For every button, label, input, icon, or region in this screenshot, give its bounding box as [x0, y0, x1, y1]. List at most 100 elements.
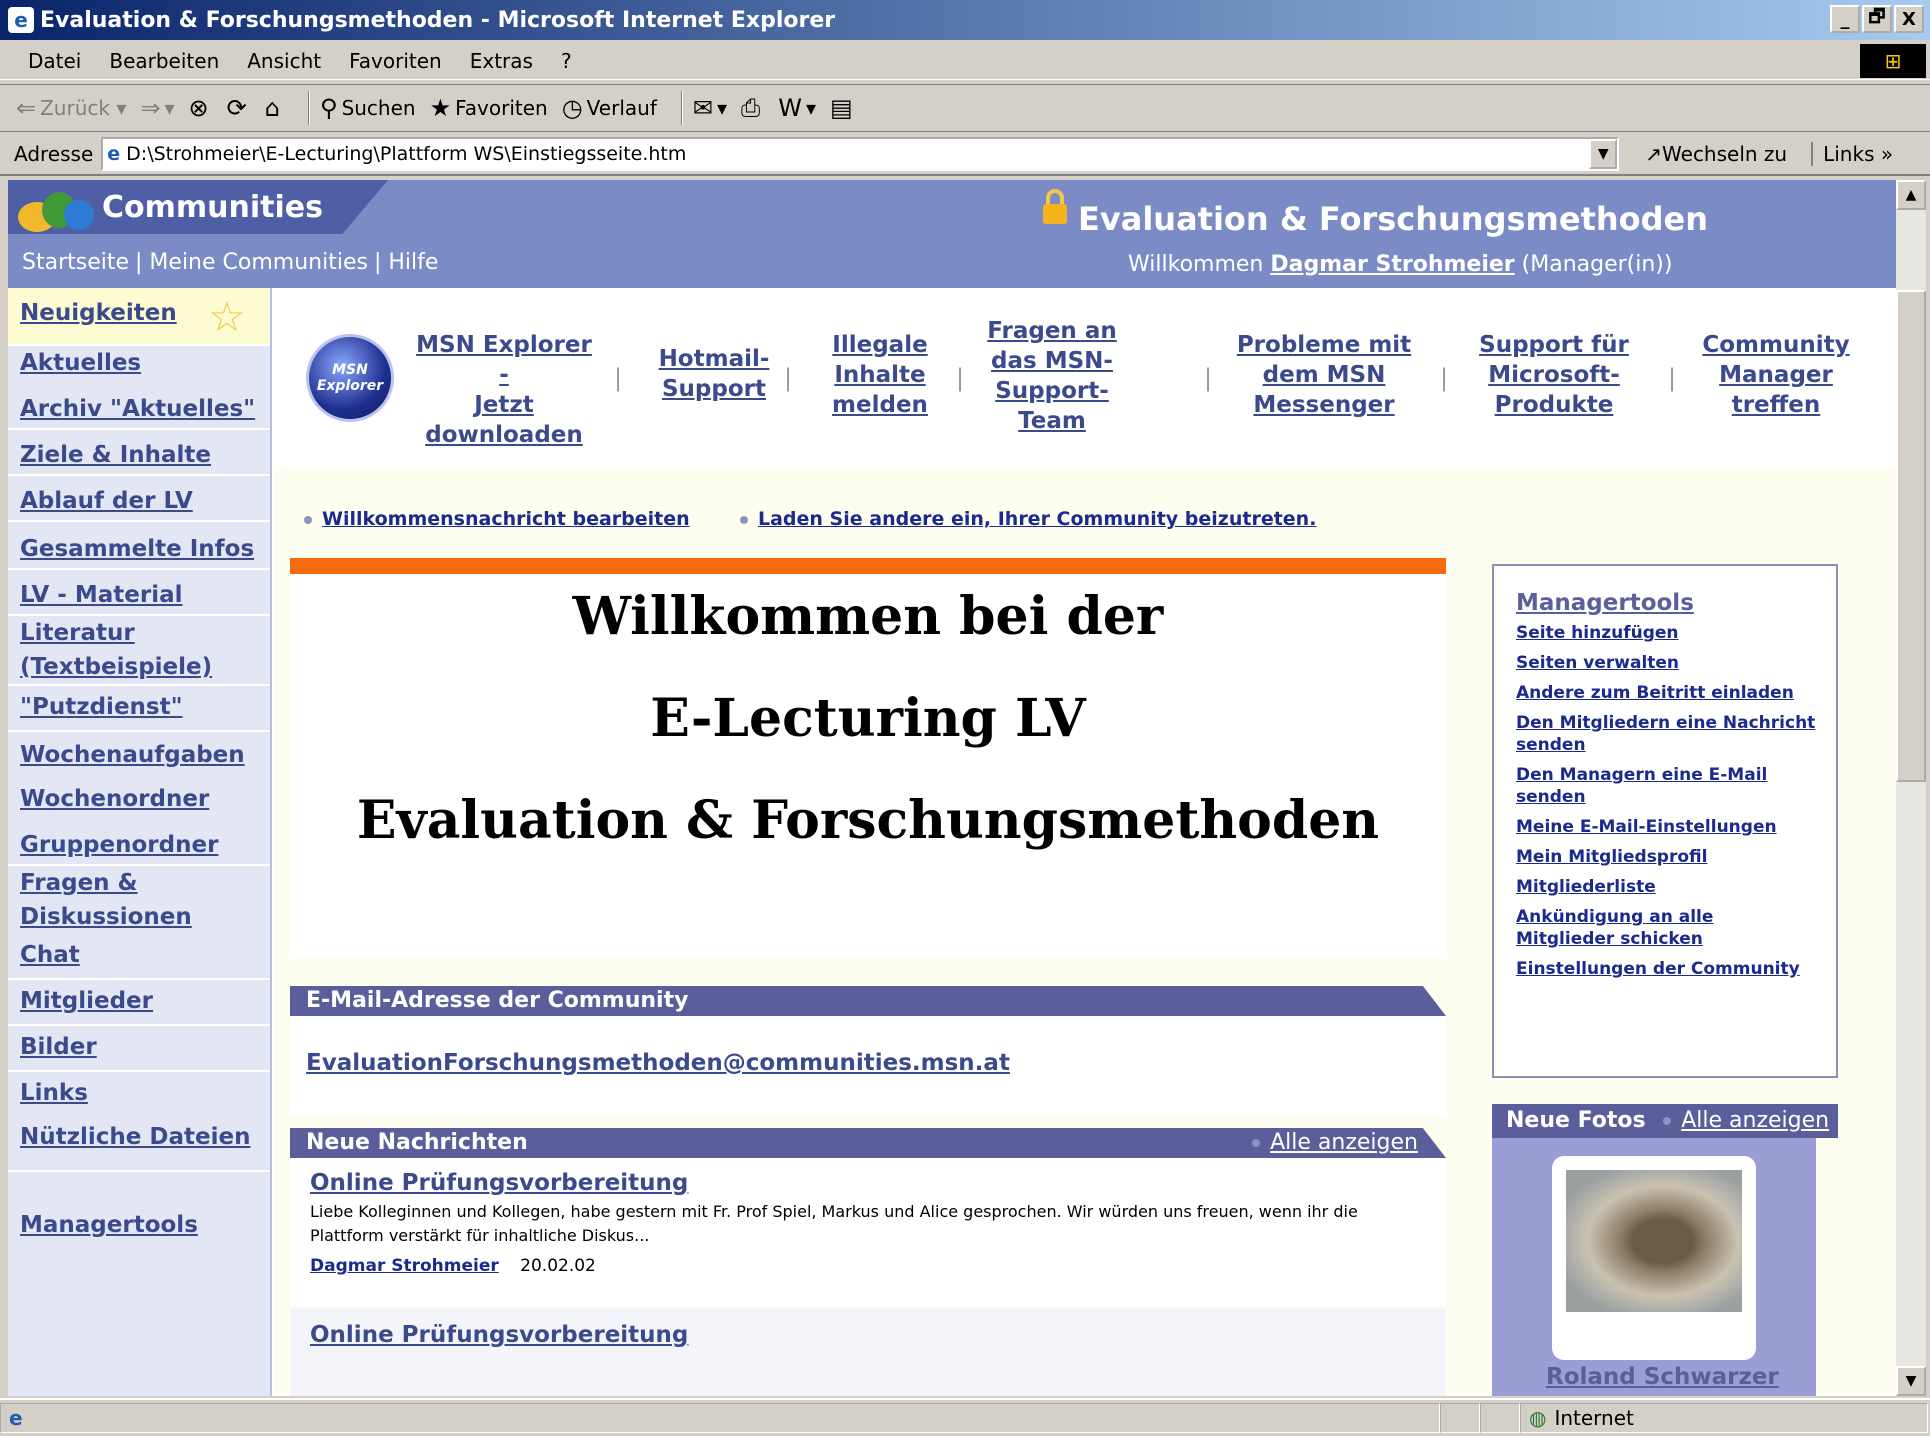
mgr-link-community-settings[interactable]: Einstellungen der Community [1516, 958, 1816, 980]
sidebar-item-mitglieder[interactable]: Mitglieder [20, 984, 153, 1018]
home-button[interactable]: ⌂ [265, 94, 284, 122]
member-photo[interactable] [1566, 1170, 1742, 1312]
community-email-link[interactable]: EvaluationForschungsmethoden@communities… [306, 1050, 1010, 1076]
page-viewport: Communities Startseite | Meine Communitie… [8, 180, 1896, 1396]
scroll-thumb[interactable] [1896, 290, 1926, 782]
forward-button[interactable]: ⇒ ▾ [140, 94, 174, 122]
sidebar-item-neuigkeiten[interactable]: Neuigkeiten [20, 296, 177, 330]
welcome-line: Willkommen Dagmar Strohmeier (Manager(in… [1128, 252, 1673, 277]
refresh-button[interactable]: ⟳ [227, 94, 251, 122]
back-button[interactable]: ⇐ Zurück ▾ [16, 94, 126, 122]
sidebar-item-bilder[interactable]: Bilder [20, 1030, 97, 1064]
messages-show-all-link[interactable]: Alle anzeigen [1252, 1128, 1418, 1158]
menu-datei[interactable]: Datei [28, 49, 81, 73]
favorites-icon: ★ [429, 94, 452, 122]
sidebar-item-putzdienst[interactable]: "Putzdienst" [20, 690, 183, 724]
nav-meine-communities[interactable]: Meine Communities [149, 250, 368, 275]
communities-brand[interactable]: Communities [8, 180, 388, 234]
address-url[interactable]: D:\Strohmeier\E-Lecturing\Plattform WS\E… [126, 143, 686, 165]
nav-startseite[interactable]: Startseite [22, 250, 129, 275]
message-title-link[interactable]: Online Prüfungsvorbereitung [310, 1170, 688, 1196]
sidebar-separator [8, 1170, 270, 1172]
mgr-link-profile[interactable]: Mein Mitgliedsprofil [1516, 846, 1816, 868]
sidebar-item-ablauf[interactable]: Ablauf der LV [20, 484, 193, 518]
mgr-link-manage-pages[interactable]: Seiten verwalten [1516, 652, 1816, 674]
message-title-link[interactable]: Online Prüfungsvorbereitung [310, 1322, 688, 1348]
minimize-button[interactable]: _ [1830, 5, 1860, 33]
discuss-button[interactable]: ▤ [830, 94, 857, 122]
scroll-up-button[interactable]: ▲ [1896, 180, 1926, 210]
sidebar-item-gruppenordner[interactable]: Gruppenordner [20, 828, 218, 862]
community-header: Communities Startseite | Meine Communitie… [8, 180, 1896, 288]
sidebar-item-infos[interactable]: Gesammelte Infos [20, 532, 254, 566]
stop-button[interactable]: ⊗ [189, 94, 213, 122]
msn-link-hotmail[interactable]: Hotmail- Support [654, 344, 774, 404]
sidebar-item-archiv[interactable]: Archiv "Aktuelles" [20, 392, 255, 426]
mail-button[interactable]: ✉ ▾ [693, 94, 727, 122]
header-nav: Startseite | Meine Communities | Hilfe [22, 250, 439, 275]
edit-welcome-link[interactable]: Willkommensnachricht bearbeiten [304, 508, 690, 530]
close-button[interactable]: X [1894, 5, 1924, 33]
msn-link-fragen[interactable]: Fragen an das MSN- Support- Team [982, 316, 1122, 436]
mgr-link-email-settings[interactable]: Meine E-Mail-Einstellungen [1516, 816, 1816, 838]
user-link[interactable]: Dagmar Strohmeier [1270, 252, 1514, 277]
mgr-link-message-members[interactable]: Den Mitgliedern eine Nachricht senden [1516, 712, 1816, 756]
vertical-scrollbar[interactable]: ▲ ▼ [1896, 180, 1926, 1396]
maximize-button[interactable]: 🗗 [1862, 5, 1892, 33]
sidebar-item-wochenaufgaben[interactable]: Wochenaufgaben [20, 738, 245, 772]
refresh-icon: ⟳ [226, 94, 247, 122]
sidebar-item-aktuelles[interactable]: Aktuelles [20, 346, 141, 380]
address-bar: Adresse e D:\Strohmeier\E-Lecturing\Plat… [0, 134, 1930, 176]
scroll-down-button[interactable]: ▼ [1896, 1366, 1926, 1396]
msn-link-manager[interactable]: Community Manager treffen [1696, 330, 1856, 420]
status-text-cell: e [0, 1403, 1440, 1433]
menu-bearbeiten[interactable]: Bearbeiten [109, 49, 219, 73]
sidebar-item-wochenordner[interactable]: Wochenordner [20, 782, 209, 816]
search-button[interactable]: ⚲ Suchen [320, 94, 416, 122]
sidebar-item-chat[interactable]: Chat [20, 938, 80, 972]
search-icon: ⚲ [319, 94, 338, 122]
favorites-button[interactable]: ★ Favoriten [430, 94, 548, 122]
sidebar-item-literatur[interactable]: Literatur (Textbeispiele) [20, 616, 230, 684]
word-icon: W [778, 94, 802, 122]
photos-show-all-link[interactable]: Alle anzeigen [1663, 1108, 1829, 1133]
message-author-link[interactable]: Dagmar Strohmeier [310, 1256, 499, 1276]
mgr-link-add-page[interactable]: Seite hinzufügen [1516, 622, 1816, 644]
menu-help[interactable]: ? [561, 49, 572, 73]
msn-explorer-logo[interactable]: MSN Explorer [306, 334, 394, 422]
links-button[interactable]: Links » [1811, 142, 1893, 166]
mgr-link-invite[interactable]: Andere zum Beitritt einladen [1516, 682, 1816, 704]
address-dropdown-button[interactable]: ▼ [1589, 139, 1618, 169]
address-input[interactable]: e D:\Strohmeier\E-Lecturing\Plattform WS… [101, 137, 1620, 171]
msn-link-support[interactable]: Support für Microsoft- Produkte [1474, 330, 1634, 420]
go-icon: ↗ [1645, 142, 1663, 166]
sidebar-item-managertools[interactable]: Managertools [20, 1208, 198, 1242]
nav-hilfe[interactable]: Hilfe [388, 250, 438, 275]
menu-ansicht[interactable]: Ansicht [247, 49, 321, 73]
sidebar-item-material[interactable]: LV - Material [20, 578, 182, 612]
sidebar-item-ziele[interactable]: Ziele & Inhalte [20, 438, 211, 472]
globe-icon: ◍ [1529, 1406, 1547, 1430]
managertools-heading[interactable]: Managertools [1516, 590, 1836, 616]
msn-link-illegale[interactable]: Illegale Inhalte melden [820, 330, 940, 420]
mgr-link-member-list[interactable]: Mitgliederliste [1516, 876, 1816, 898]
sidebar: ☆ Neuigkeiten Aktuelles Archiv "Aktuelle… [8, 288, 272, 1396]
invite-link[interactable]: Laden Sie andere ein, Ihrer Community be… [740, 508, 1316, 530]
msn-link-explorer[interactable]: MSN Explorer - Jetzt downloaden [414, 330, 594, 450]
history-button[interactable]: ◷ Verlauf [562, 94, 657, 122]
photo-name-link[interactable]: Roland Schwarzer [1546, 1364, 1779, 1390]
mgr-link-email-managers[interactable]: Den Managern eine E-Mail senden [1516, 764, 1816, 808]
status-cell [1440, 1403, 1480, 1433]
sidebar-item-links[interactable]: Links [20, 1076, 88, 1110]
menu-favoriten[interactable]: Favoriten [349, 49, 442, 73]
sidebar-item-fragen[interactable]: Fragen & Diskussionen [20, 866, 230, 934]
go-button[interactable]: ↗Wechseln zu [1645, 142, 1787, 166]
sidebar-item-dateien[interactable]: Nützliche Dateien [20, 1120, 250, 1154]
menu-extras[interactable]: Extras [470, 49, 533, 73]
print-button[interactable]: ⎙ [741, 94, 764, 122]
edit-button[interactable]: W ▾ [778, 94, 816, 122]
msn-link-messenger[interactable]: Probleme mit dem MSN Messenger [1234, 330, 1414, 420]
bullet-icon [740, 515, 748, 524]
status-zone: Internet [1554, 1406, 1634, 1430]
mgr-link-announcement[interactable]: Ankündigung an alle Mitglieder schicken [1516, 906, 1816, 950]
